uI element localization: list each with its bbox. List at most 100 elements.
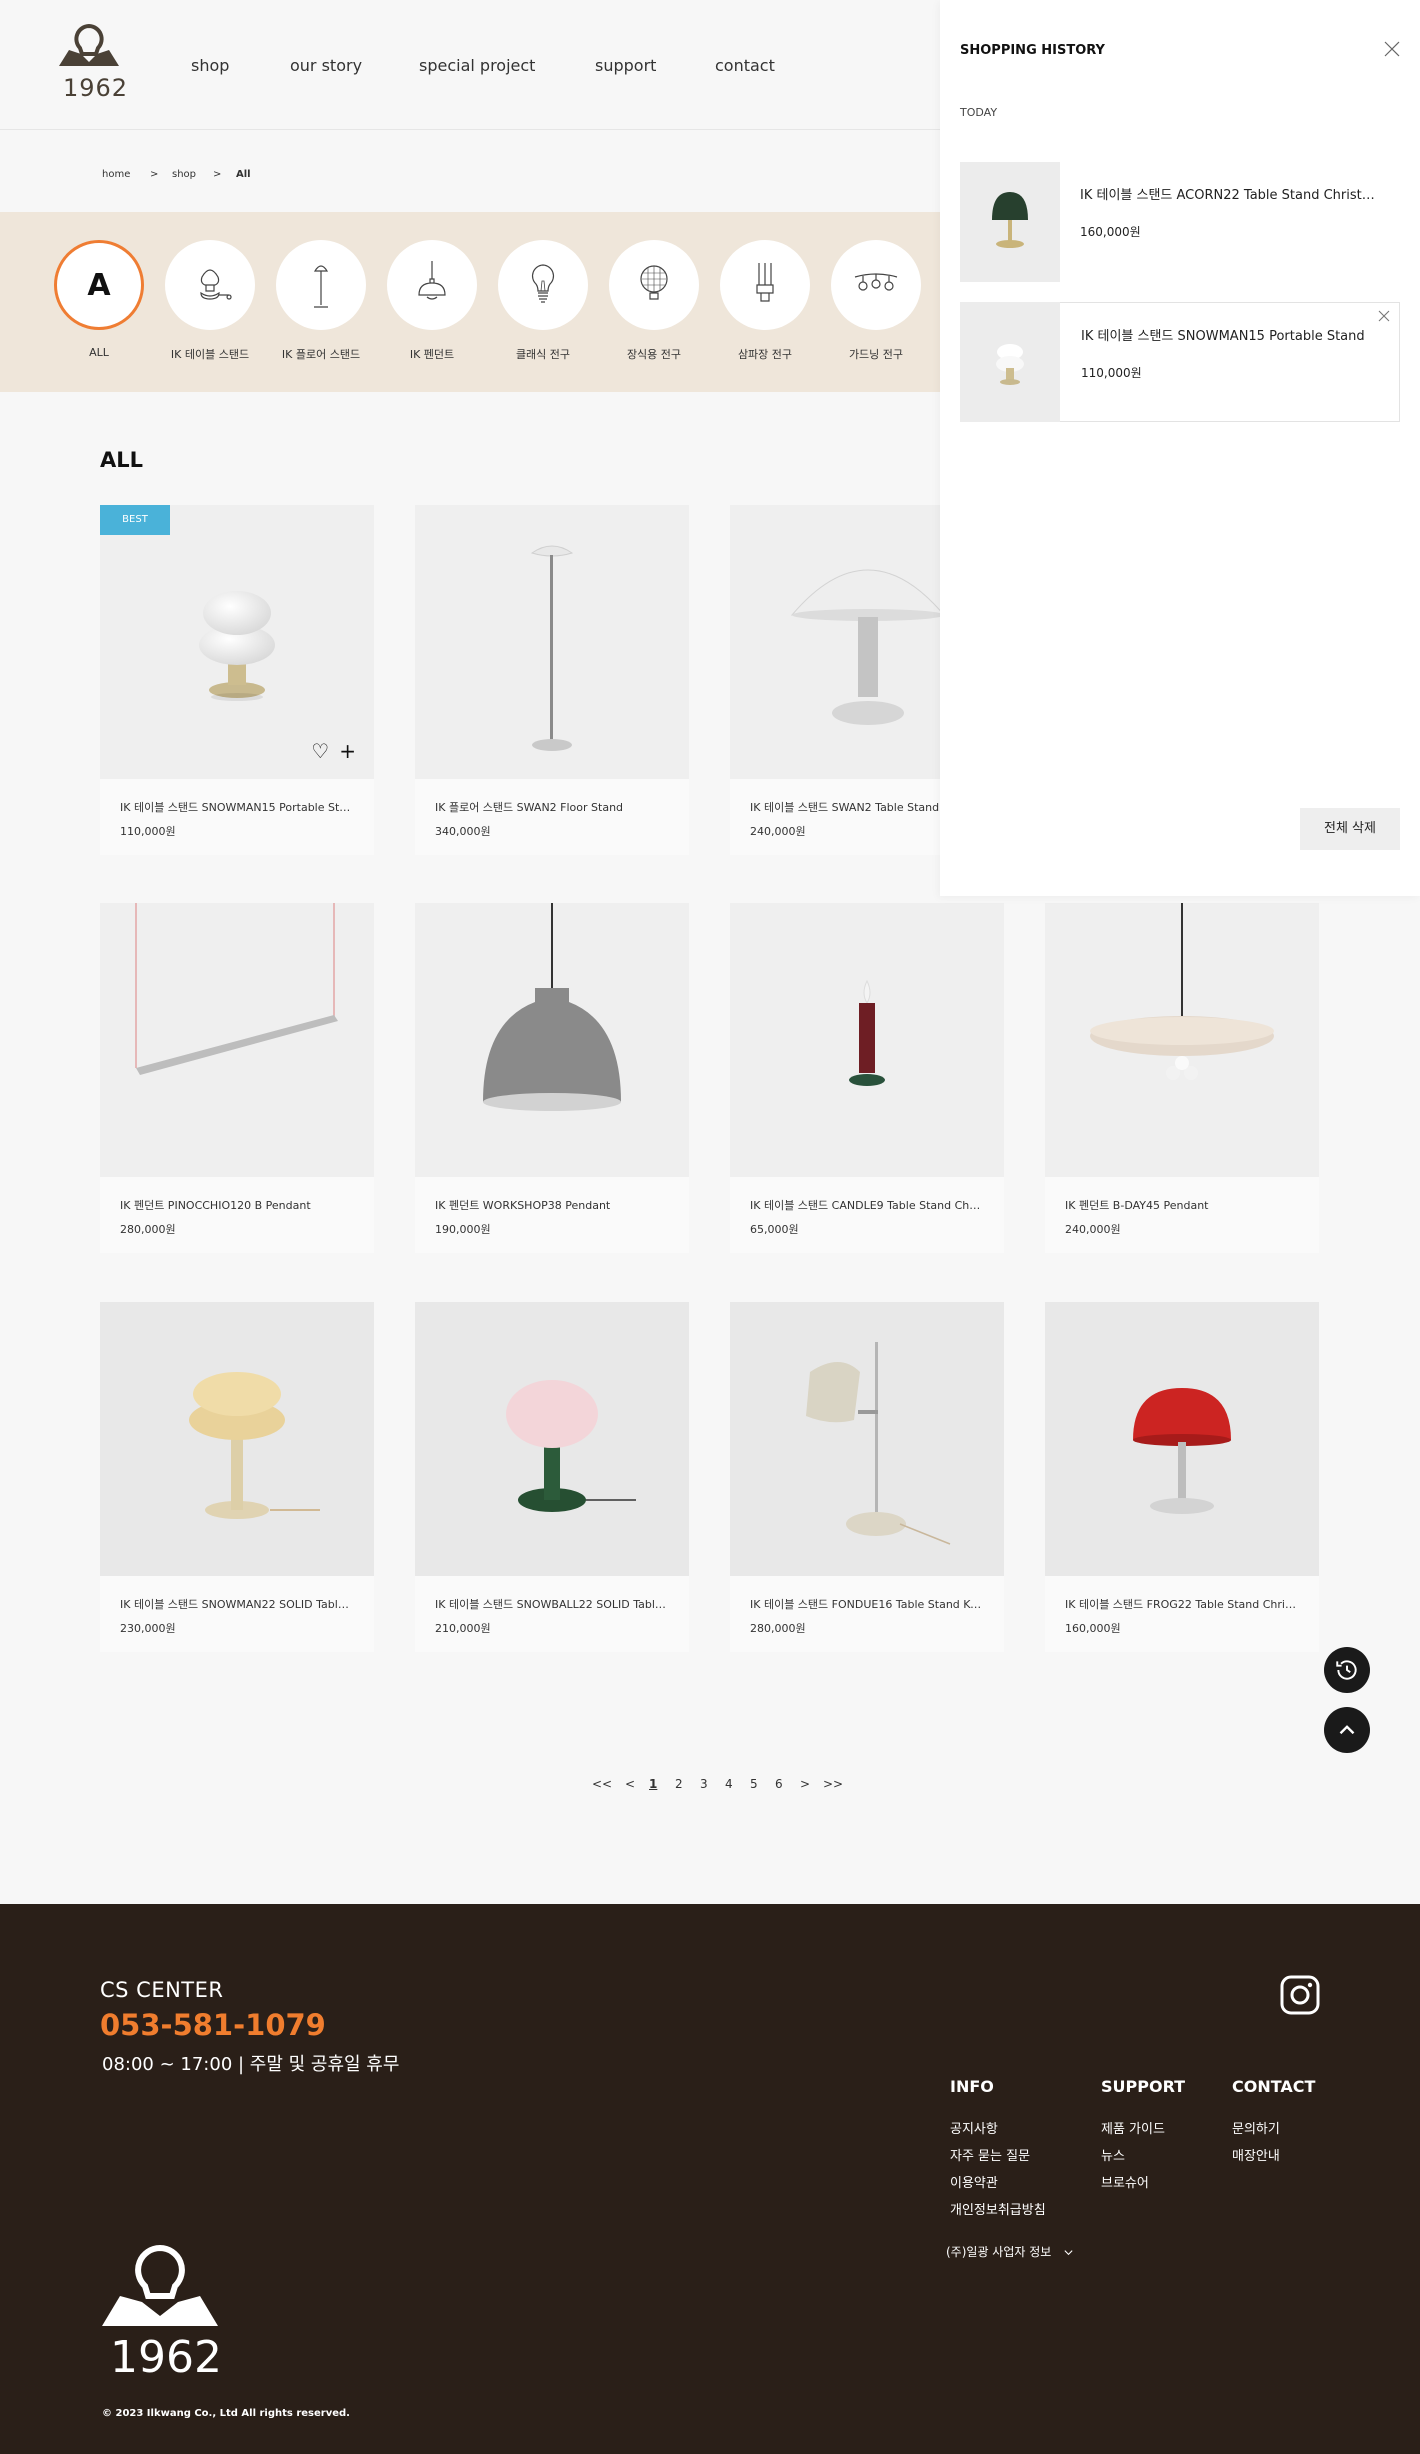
- product-image: [730, 903, 1004, 1177]
- product-card[interactable]: IK 펜던트 B-DAY45 Pendant 240,000원: [1045, 903, 1319, 1253]
- product-info: IK 테이블 스탠드 SNOWMAN22 SOLID Table Stand 2…: [100, 1576, 374, 1652]
- footer-contact-column: CONTACT 문의하기 매장안내: [1232, 2077, 1315, 2172]
- product-info: IK 테이블 스탠드 FONDUE16 Table Stand KYOBO Ed…: [730, 1576, 1004, 1652]
- category-circle: [165, 240, 255, 330]
- footer-link[interactable]: 브로슈어: [1101, 2172, 1185, 2191]
- product-card[interactable]: IK 테이블 스탠드 FROG22 Table Stand Christmas …: [1045, 1302, 1319, 1652]
- snowman-lamp-image: [199, 591, 275, 701]
- business-info-label: (주)일광 사업자 정보: [946, 2245, 1052, 2259]
- footer-link[interactable]: 매장안내: [1232, 2145, 1315, 2164]
- product-info: IK 테이블 스탠드 SWAN2 Table Stand 240,000원: [730, 779, 940, 855]
- category-circle: [831, 240, 921, 330]
- history-item[interactable]: IK 테이블 스탠드 SNOWMAN15 Portable Stand 110,…: [960, 302, 1400, 422]
- nav-contact[interactable]: contact: [715, 56, 775, 75]
- category-table-stand[interactable]: IK 테이블 스탠드: [155, 240, 265, 362]
- site-logo[interactable]: 1962: [55, 22, 127, 102]
- page-next[interactable]: >: [800, 1777, 810, 1791]
- section-title: ALL: [100, 448, 144, 472]
- category-decorative-bulb[interactable]: 장식용 전구: [599, 240, 709, 362]
- breadcrumb-home[interactable]: home: [102, 169, 130, 180]
- footer-logo[interactable]: 1962: [100, 2244, 222, 2383]
- product-info: IK 펜던트 WORKSHOP38 Pendant 190,000원: [415, 1177, 689, 1253]
- category-circle: [387, 240, 477, 330]
- product-card[interactable]: IK 테이블 스탠드 SNOWMAN22 SOLID Table Stand 2…: [100, 1302, 374, 1652]
- decorative-bulb-icon: [640, 265, 668, 300]
- breadcrumb-shop[interactable]: shop: [172, 169, 196, 180]
- footer-link[interactable]: 뉴스: [1101, 2145, 1185, 2164]
- footer-link[interactable]: 문의하기: [1232, 2118, 1315, 2137]
- instagram-icon[interactable]: [1280, 1975, 1320, 2015]
- scroll-top-button[interactable]: [1324, 1707, 1370, 1753]
- page-number-current[interactable]: 1: [649, 1777, 657, 1791]
- footer-link[interactable]: 개인정보취급방침: [950, 2199, 1046, 2218]
- history-item-price: 160,000원: [1080, 225, 1141, 239]
- category-floor-stand[interactable]: IK 플로어 스탠드: [266, 240, 376, 362]
- swan-table-lamp-image: [790, 569, 940, 725]
- footer-link[interactable]: 이용약관: [950, 2172, 1046, 2191]
- delete-all-button[interactable]: 전체 삭제: [1300, 808, 1400, 850]
- product-price: 340,000원: [435, 825, 491, 838]
- product-card[interactable]: IK 테이블 스탠드 SWAN2 Table Stand 240,000원: [730, 505, 940, 855]
- site-footer: CS CENTER 053-581-1079 08:00 ~ 17:00 | 주…: [0, 1904, 1420, 2454]
- product-card[interactable]: IK 테이블 스탠드 FONDUE16 Table Stand KYOBO Ed…: [730, 1302, 1004, 1652]
- business-info-toggle[interactable]: (주)일광 사업자 정보: [946, 2243, 1074, 2260]
- product-info: IK 테이블 스탠드 SNOWMAN15 Portable Stand 110,…: [100, 779, 374, 855]
- product-name: IK 테이블 스탠드 SWAN2 Table Stand: [750, 801, 940, 814]
- category-tri-band-bulb[interactable]: 삼파장 전구: [710, 240, 820, 362]
- footer-link[interactable]: 공지사항: [950, 2118, 1046, 2137]
- lamp-logo-icon: [59, 23, 119, 66]
- page-number[interactable]: 4: [725, 1777, 733, 1791]
- close-icon[interactable]: [1383, 40, 1401, 58]
- product-card[interactable]: BEST ♡ + IK 테이블 스탠드 SNOWMAN15 Portable S…: [100, 505, 374, 855]
- classic-bulb-icon: [532, 264, 554, 303]
- footer-link[interactable]: 자주 묻는 질문: [950, 2145, 1046, 2164]
- chevron-down-icon: [1064, 2250, 1073, 2256]
- product-name: IK 테이블 스탠드 CANDLE9 Table Stand Christmas…: [750, 1199, 984, 1212]
- tri-band-bulb-icon: [756, 263, 774, 302]
- footer-link[interactable]: 제품 가이드: [1101, 2118, 1185, 2137]
- plus-icon[interactable]: +: [339, 739, 356, 763]
- cs-phone[interactable]: 053-581-1079: [100, 2008, 326, 2042]
- product-price: 160,000원: [1065, 1622, 1121, 1635]
- category-gardening-bulb[interactable]: 가드닝 전구: [821, 240, 931, 362]
- product-card[interactable]: IK 테이블 스탠드 SNOWBALL22 SOLID Table Stand …: [415, 1302, 689, 1652]
- category-circle: [720, 240, 810, 330]
- page-number[interactable]: 6: [775, 1777, 783, 1791]
- category-label: ALL: [89, 346, 109, 359]
- product-image: [730, 1302, 1004, 1576]
- page-number[interactable]: 3: [700, 1777, 708, 1791]
- category-classic-bulb[interactable]: 클래식 전구: [488, 240, 598, 362]
- product-name: IK 펜던트 WORKSHOP38 Pendant: [435, 1199, 611, 1212]
- product-card[interactable]: IK 플로어 스탠드 SWAN2 Floor Stand 340,000원: [415, 505, 689, 855]
- category-pendant[interactable]: IK 펜던트: [377, 240, 487, 362]
- history-button[interactable]: [1324, 1647, 1370, 1693]
- category-all[interactable]: A ALL: [44, 240, 154, 359]
- page-prev[interactable]: <: [625, 1777, 635, 1791]
- page-number[interactable]: 2: [675, 1777, 683, 1791]
- product-info: IK 테이블 스탠드 CANDLE9 Table Stand Christmas…: [730, 1177, 1004, 1253]
- heart-icon[interactable]: ♡: [311, 739, 329, 763]
- page-last[interactable]: >>: [823, 1777, 843, 1791]
- product-image: [415, 903, 689, 1177]
- nav-shop[interactable]: shop: [191, 56, 229, 75]
- remove-item-icon[interactable]: [1377, 309, 1391, 323]
- site-header: 1962 shop our story special project supp…: [0, 0, 940, 130]
- product-image: [730, 505, 940, 779]
- product-price: 230,000원: [120, 1622, 176, 1635]
- product-card[interactable]: IK 펜던트 PINOCCHIO120 B Pendant 280,000원: [100, 903, 374, 1253]
- product-card[interactable]: IK 펜던트 WORKSHOP38 Pendant 190,000원: [415, 903, 689, 1253]
- floor-stand-lamp-image: [530, 545, 574, 751]
- product-card[interactable]: IK 테이블 스탠드 CANDLE9 Table Stand Christmas…: [730, 903, 1004, 1253]
- history-item-name: IK 테이블 스탠드 SNOWMAN15 Portable Stand: [1081, 329, 1365, 344]
- history-item[interactable]: IK 테이블 스탠드 ACORN22 Table Stand Christmas…: [960, 162, 1400, 282]
- nav-special-project[interactable]: special project: [419, 56, 535, 75]
- snowball-lamp-image: [506, 1380, 636, 1512]
- history-item-name: IK 테이블 스탠드 ACORN22 Table Stand Christmas…: [1080, 188, 1385, 203]
- footer-info-column: INFO 공지사항 자주 묻는 질문 이용약관 개인정보취급방침: [950, 2077, 1046, 2226]
- nav-support[interactable]: support: [595, 56, 656, 75]
- product-name: IK 테이블 스탠드 SNOWBALL22 SOLID Table Stand: [435, 1598, 669, 1611]
- nav-our-story[interactable]: our story: [290, 56, 362, 75]
- page-first[interactable]: <<: [592, 1777, 612, 1791]
- snowman-lamp-image: [996, 344, 1024, 385]
- page-number[interactable]: 5: [750, 1777, 758, 1791]
